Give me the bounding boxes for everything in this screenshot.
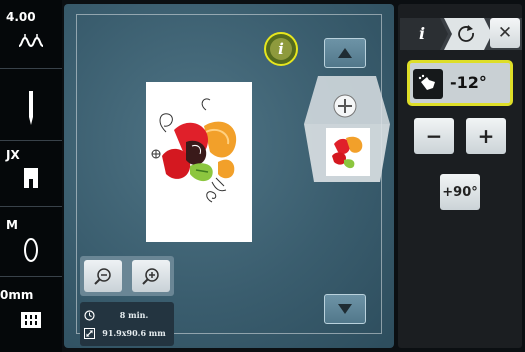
rotate-minus-button[interactable]: − — [414, 118, 454, 154]
thread-tension-value: 4.00 — [6, 10, 36, 24]
zoom-out-button[interactable] — [84, 260, 122, 292]
rotate-plus-button[interactable]: + — [466, 118, 506, 154]
zoom-out-icon — [94, 268, 111, 285]
zoom-in-icon — [142, 268, 159, 285]
design-size-row: 91.9x90.6 mm — [84, 324, 166, 342]
machine-status-bar: 4.00 JX M 0mm — [0, 0, 62, 352]
tab-rotate[interactable] — [448, 18, 484, 48]
needle-icon[interactable] — [14, 90, 48, 126]
rotate-icon — [458, 25, 474, 42]
rotate-plus90-button[interactable]: +90° — [440, 174, 480, 210]
up-arrow-icon — [338, 48, 352, 58]
flower-design-image — [151, 98, 237, 203]
hand-rotate-icon — [413, 69, 443, 99]
zoom-in-button[interactable] — [132, 260, 170, 292]
close-icon: ✕ — [497, 23, 513, 43]
presser-foot-icon[interactable] — [14, 160, 48, 196]
stitch-width-value: 0mm — [0, 288, 34, 302]
stitch-time-value: 8 min. — [119, 310, 149, 320]
bobbin-value: M — [6, 218, 18, 232]
feed-dog-icon[interactable] — [14, 302, 48, 338]
rotation-preview[interactable] — [304, 76, 390, 182]
down-arrow-icon — [338, 304, 352, 314]
embroidery-design[interactable] — [146, 82, 252, 242]
info-button[interactable]: i — [264, 32, 298, 66]
tab-info[interactable]: i — [402, 18, 442, 48]
info-icon: i — [270, 38, 292, 60]
design-info-panel: 8 min. 91.9x90.6 mm — [80, 302, 174, 346]
stitch-time-row: 8 min. — [84, 306, 148, 324]
close-button[interactable]: ✕ — [490, 18, 520, 48]
move-down-button[interactable] — [324, 294, 366, 324]
bobbin-icon[interactable] — [14, 232, 48, 268]
rotation-angle-value: -12° — [450, 73, 487, 92]
zoom-panel — [80, 256, 174, 296]
move-up-button[interactable] — [324, 38, 366, 68]
design-size-value: 91.9x90.6 mm — [102, 328, 166, 338]
tension-icon[interactable] — [14, 24, 48, 60]
rotation-angle-control[interactable]: -12° — [407, 60, 513, 106]
